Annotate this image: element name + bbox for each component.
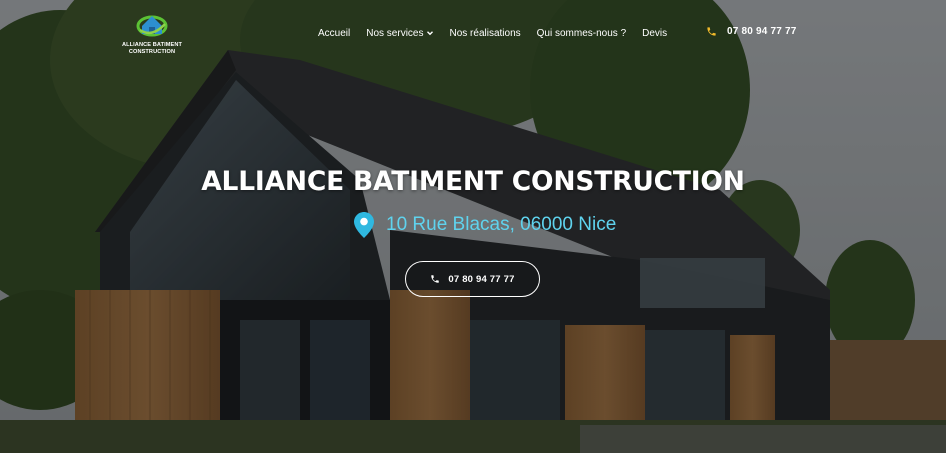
nav-item-accueil[interactable]: Accueil <box>318 28 350 39</box>
site-header: ALLIANCE BATIMENT CONSTRUCTION Accueil N… <box>0 0 946 66</box>
site-logo[interactable]: ALLIANCE BATIMENT CONSTRUCTION <box>118 8 186 60</box>
call-button-label: 07 80 94 77 77 <box>448 273 515 285</box>
nav-item-nos-services[interactable]: Nos services <box>366 28 433 39</box>
logo-text-line2: CONSTRUCTION <box>128 48 176 55</box>
main-nav: Accueil Nos services Nos réalisations Qu… <box>318 26 667 40</box>
hero-title: ALLIANCE BATIMENT CONSTRUCTION <box>201 166 745 197</box>
nav-item-label: Nos réalisations <box>449 27 521 39</box>
call-button[interactable]: 07 80 94 77 77 <box>405 261 540 297</box>
nav-item-devis[interactable]: Devis <box>642 28 667 39</box>
map-pin-icon <box>354 212 374 238</box>
nav-item-qui-sommes-nous[interactable]: Qui sommes-nous ? <box>537 28 626 39</box>
header-phone-number: 07 80 94 77 77 <box>727 26 797 37</box>
logo-text: ALLIANCE BATIMENT CONSTRUCTION <box>118 42 186 55</box>
nav-item-label: Nos services <box>366 27 424 39</box>
logo-text-line1: ALLIANCE BATIMENT <box>121 42 182 48</box>
header-phone-link[interactable]: 07 80 94 77 77 <box>706 26 797 37</box>
phone-icon <box>707 27 716 36</box>
chevron-down-icon <box>426 29 434 37</box>
nav-item-nos-realisations[interactable]: Nos réalisations <box>450 28 521 39</box>
phone-icon <box>431 275 440 283</box>
address-text: 10 Rue Blacas, 06000 Nice <box>386 214 617 235</box>
nav-item-label: Accueil <box>318 27 351 39</box>
hero-address: 10 Rue Blacas, 06000 Nice <box>354 212 616 238</box>
nav-item-label: Qui sommes-nous ? <box>536 27 627 39</box>
house-globe-logo-icon <box>136 15 168 37</box>
nav-item-label: Devis <box>642 27 668 39</box>
